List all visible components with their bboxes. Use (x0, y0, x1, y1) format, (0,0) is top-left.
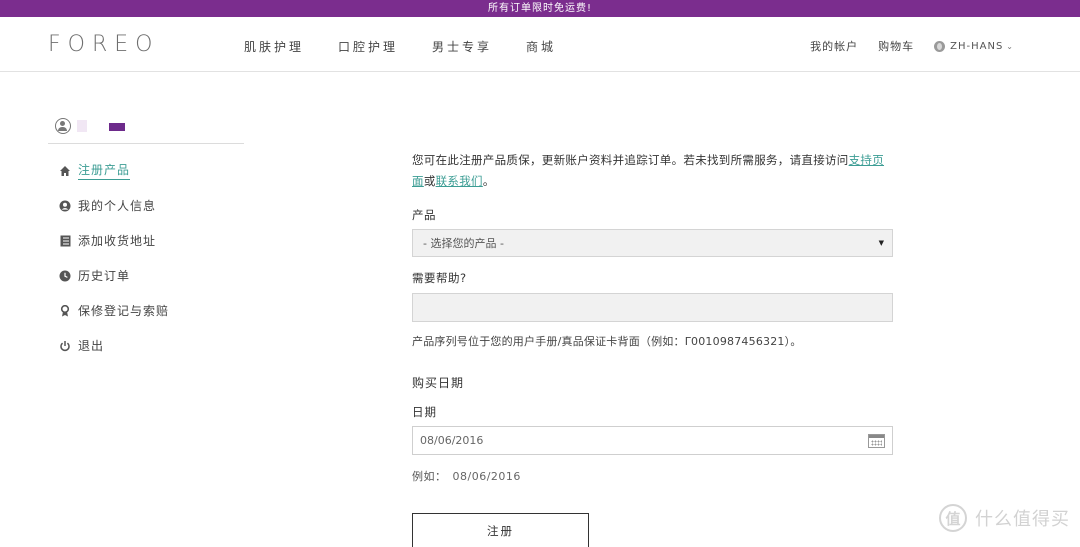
nav-oral-care[interactable]: 口腔护理 (338, 38, 398, 55)
purchase-date-heading: 购买日期 (412, 376, 465, 390)
language-label: ZH-HANS (950, 40, 1004, 52)
chevron-down-icon: ⌄ (1006, 41, 1014, 51)
sidebar-item-warranty[interactable]: 保修登记与索赔 (48, 293, 244, 328)
serial-hint: 产品序列号位于您的用户手册/真品保证卡背面（例如：Γ0010987456321）… (412, 335, 802, 348)
header-utilities: 我的帐户 购物车 ZH-HANS ⌄ (790, 38, 1014, 54)
example-value: 08/06/2016 (452, 470, 521, 483)
register-button[interactable]: 注册 (412, 513, 589, 547)
sidebar-item-label: 历史订单 (78, 269, 131, 283)
intro-text: 您可在此注册产品质保，更新账户资料并追踪订单。若未找到所需服务，请直接访问支持页… (412, 150, 894, 192)
intro-message: 您可在此注册产品质保，更新账户资料并追踪订单。若未找到所需服务，请直接访问 (412, 153, 849, 167)
sidebar-item-label: 注册产品 (78, 161, 131, 180)
account-sidebar: 注册产品 我的个人信息 添加收货地址 历史订单 保修登记与索赔 退出 (48, 108, 244, 363)
purchase-date-input[interactable]: 08/06/2016 (412, 426, 893, 455)
caret-down-icon: ▼ (878, 239, 884, 247)
watermark: 值 什么值得买 (939, 504, 1070, 532)
promo-banner: 所有订单限时免运费! (0, 0, 1080, 17)
site-header: FOREO 肌肤护理 口腔护理 男士专享 商城 我的帐户 购物车 ZH-HANS… (0, 17, 1080, 72)
ribbon-icon (58, 304, 72, 317)
nav-skin-care[interactable]: 肌肤护理 (244, 38, 304, 55)
product-label: 产品 (412, 208, 436, 222)
sidebar-item-register-product[interactable]: 注册产品 (48, 153, 244, 188)
foreo-logo[interactable]: FOREO (48, 32, 159, 57)
calendar-icon[interactable] (868, 433, 885, 448)
clock-icon (58, 270, 72, 282)
date-value: 08/06/2016 (420, 434, 484, 447)
serial-number-input[interactable] (412, 293, 893, 322)
nav-men[interactable]: 男士专享 (432, 38, 492, 55)
home-icon (58, 165, 72, 177)
register-product-form: 您可在此注册产品质保，更新账户资料并追踪订单。若未找到所需服务，请直接访问支持页… (412, 150, 894, 484)
product-select[interactable]: - 选择您的产品 - ▼ (412, 229, 893, 257)
cart-link[interactable]: 购物车 (878, 38, 914, 54)
sidebar-item-label: 添加收货地址 (78, 234, 157, 248)
serial-help-label[interactable]: 需要帮助? (412, 270, 894, 286)
globe-icon (934, 40, 946, 52)
my-account-link[interactable]: 我的帐户 (810, 38, 858, 54)
sidebar-item-personal-info[interactable]: 我的个人信息 (48, 188, 244, 223)
date-label: 日期 (412, 405, 437, 419)
redacted-user-name (109, 122, 125, 131)
address-book-icon (58, 235, 72, 247)
language-selector[interactable]: ZH-HANS ⌄ (934, 40, 1014, 52)
contact-us-link[interactable]: 联系我们 (436, 174, 483, 188)
sidebar-menu: 注册产品 我的个人信息 添加收货地址 历史订单 保修登记与索赔 退出 (48, 153, 244, 363)
user-profile (48, 108, 244, 144)
intro-end: 。 (482, 174, 495, 188)
sidebar-item-logout[interactable]: 退出 (48, 328, 244, 363)
redacted-name-mask (77, 119, 87, 132)
sidebar-item-label: 我的个人信息 (78, 199, 157, 213)
watermark-logo-icon: 值 (939, 504, 967, 532)
user-circle-icon (58, 200, 72, 212)
avatar-icon (55, 117, 71, 134)
sidebar-item-order-history[interactable]: 历史订单 (48, 258, 244, 293)
sidebar-item-label: 退出 (78, 339, 105, 353)
date-example: 例如： 08/06/2016 (412, 468, 894, 484)
example-label: 例如： (412, 470, 447, 483)
watermark-text: 什么值得买 (975, 509, 1070, 530)
sidebar-item-add-address[interactable]: 添加收货地址 (48, 223, 244, 258)
product-select-value: - 选择您的产品 - (423, 237, 504, 250)
main-nav: 肌肤护理 口腔护理 男士专享 商城 (244, 38, 590, 55)
sidebar-item-label: 保修登记与索赔 (78, 304, 170, 318)
nav-shop[interactable]: 商城 (526, 38, 556, 55)
intro-or: 或 (423, 174, 436, 188)
power-icon (58, 340, 72, 352)
